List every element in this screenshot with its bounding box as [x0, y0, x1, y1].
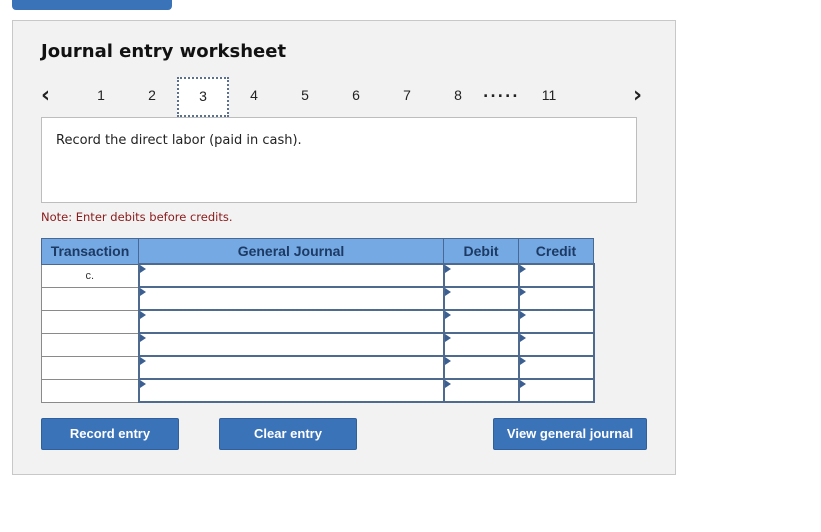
nav-page-3[interactable]: 3	[177, 77, 229, 117]
account-input[interactable]	[137, 378, 445, 403]
nav-ellipsis: .....	[483, 85, 520, 101]
top-button[interactable]	[12, 0, 172, 10]
table-row	[41, 309, 595, 334]
nav-page-1[interactable]: 1	[86, 87, 116, 103]
transaction-cell	[41, 378, 140, 403]
debit-input[interactable]	[442, 378, 520, 403]
header-credit: Credit	[518, 238, 594, 265]
table-row: c.	[41, 263, 595, 288]
credit-input[interactable]	[517, 309, 595, 334]
question-text: Record the direct labor (paid in cash).	[56, 133, 302, 148]
credit-input[interactable]	[517, 355, 595, 380]
account-input[interactable]	[137, 355, 445, 380]
worksheet-title: Journal entry worksheet	[41, 41, 287, 62]
debit-input[interactable]	[442, 332, 520, 357]
table-row	[41, 332, 595, 357]
debit-input[interactable]	[442, 355, 520, 380]
account-input[interactable]	[137, 286, 445, 311]
table-row	[41, 355, 595, 380]
nav-page-5[interactable]: 5	[290, 87, 320, 103]
account-input[interactable]	[137, 332, 445, 357]
transaction-cell: c.	[41, 263, 140, 288]
account-input[interactable]	[137, 309, 445, 334]
transaction-cell	[41, 286, 140, 311]
nav-page-11[interactable]: 11	[534, 87, 564, 103]
transaction-cell	[41, 332, 140, 357]
transaction-cell	[41, 309, 140, 334]
nav-page-6[interactable]: 6	[341, 87, 371, 103]
credit-input[interactable]	[517, 286, 595, 311]
record-entry-button[interactable]: Record entry	[41, 418, 179, 450]
credit-input[interactable]	[517, 263, 595, 288]
table-row	[41, 378, 595, 403]
clear-entry-button[interactable]: Clear entry	[219, 418, 357, 450]
journal-worksheet-panel: Journal entry worksheet ‹ 1 2 3 4 5 6 7 …	[12, 20, 676, 475]
nav-page-8[interactable]: 8	[443, 87, 473, 103]
debit-input[interactable]	[442, 309, 520, 334]
page-navigation: ‹ 1 2 3 4 5 6 7 8 ..... 11 ›	[41, 77, 661, 117]
chevron-left-icon[interactable]: ‹	[41, 83, 50, 108]
chevron-right-icon[interactable]: ›	[633, 83, 642, 108]
debit-input[interactable]	[442, 286, 520, 311]
debit-input[interactable]	[442, 263, 520, 288]
nav-page-7[interactable]: 7	[392, 87, 422, 103]
nav-page-2[interactable]: 2	[137, 87, 167, 103]
header-debit: Debit	[443, 238, 519, 265]
question-box: Record the direct labor (paid in cash).	[41, 117, 637, 203]
view-general-journal-button[interactable]: View general journal	[493, 418, 647, 450]
credit-input[interactable]	[517, 378, 595, 403]
table-row	[41, 286, 595, 311]
header-general-journal: General Journal	[138, 238, 444, 265]
nav-page-4[interactable]: 4	[239, 87, 269, 103]
journal-table: Transaction General Journal Debit Credit…	[41, 238, 595, 403]
transaction-cell	[41, 355, 140, 380]
note-text: Note: Enter debits before credits.	[41, 210, 233, 224]
account-input[interactable]	[137, 263, 445, 288]
credit-input[interactable]	[517, 332, 595, 357]
header-transaction: Transaction	[41, 238, 139, 265]
